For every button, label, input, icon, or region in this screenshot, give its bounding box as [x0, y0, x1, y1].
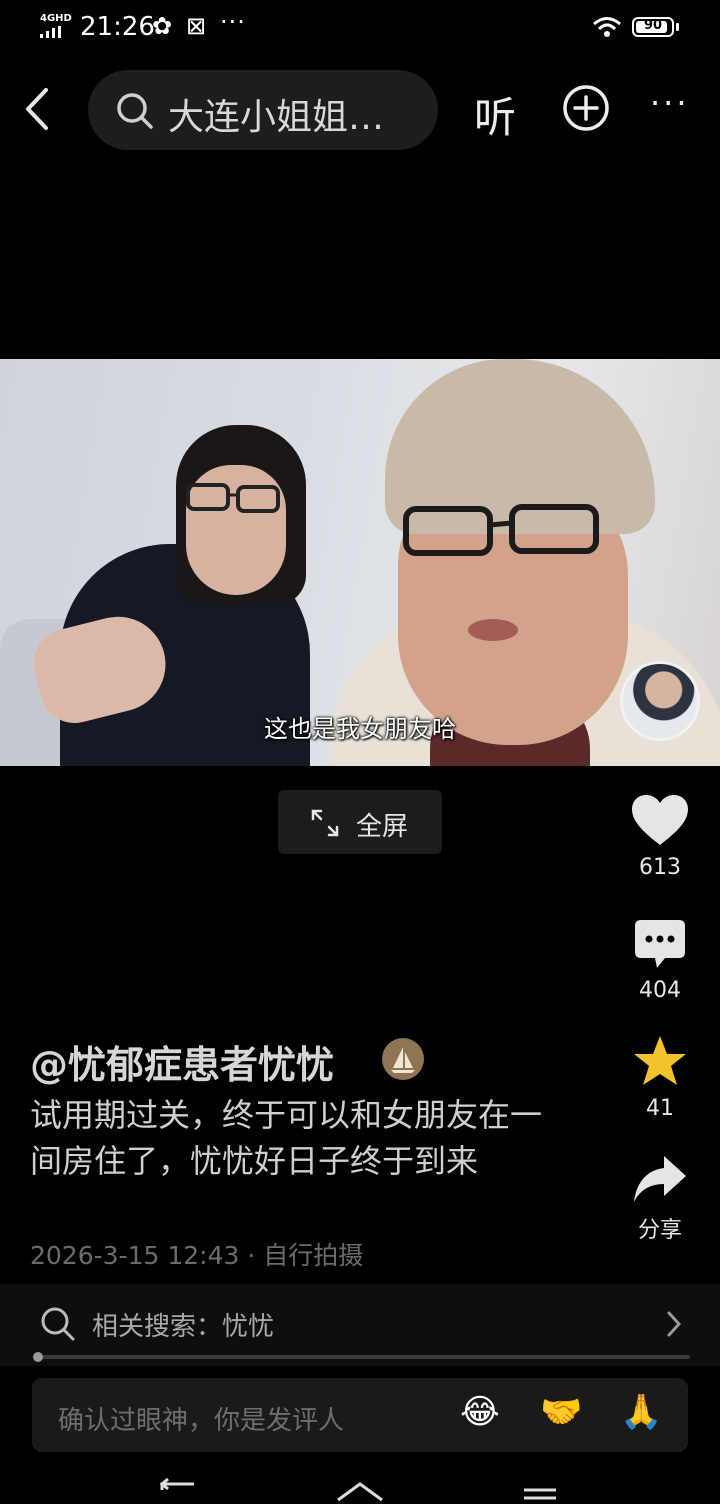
signal-icon — [40, 26, 61, 38]
comment-count: 404 — [639, 978, 681, 1003]
handshake-emoji-icon[interactable]: 🤝 — [540, 1392, 582, 1432]
favorite-count: 41 — [646, 1096, 674, 1121]
video-progress-bar[interactable] — [34, 1355, 690, 1359]
nav-home-icon[interactable] — [337, 1482, 383, 1502]
app-notification-icon: ✿ — [152, 12, 173, 40]
battery-tip — [676, 23, 679, 31]
meta-separator: · — [247, 1241, 256, 1270]
fullscreen-button[interactable]: 全屏 — [278, 790, 442, 854]
share-icon — [634, 1156, 686, 1202]
nav-back-icon[interactable] — [159, 1477, 194, 1491]
pray-emoji-icon[interactable]: 🙏 — [620, 1392, 662, 1432]
video-subtitle: 这也是我女朋友哈 — [264, 715, 456, 743]
favorite-button[interactable]: 41 — [620, 1034, 700, 1121]
author-badge-icon — [382, 1038, 424, 1080]
share-button[interactable]: 分享 — [620, 1154, 700, 1244]
share-label: 分享 — [637, 1218, 682, 1243]
add-icon[interactable] — [562, 84, 610, 132]
comment-placeholder: 确认过眼神，你是发评人 — [58, 1406, 345, 1436]
clock: 21:26 — [80, 12, 155, 42]
related-search-bar[interactable]: 相关搜索：忧忧 — [0, 1284, 720, 1366]
wifi-icon — [593, 17, 621, 37]
like-count: 613 — [639, 855, 681, 880]
more-notifications-icon: ··· — [220, 8, 246, 36]
fullscreen-label: 全屏 — [356, 812, 409, 842]
video-scene-glasses — [186, 483, 280, 513]
battery-level: 90 — [643, 18, 663, 33]
listen-button[interactable]: 听 — [474, 84, 516, 145]
star-icon — [634, 1036, 686, 1085]
status-bar: 4GHD 21:26 ✿ ⊠ ··· 90 — [0, 0, 720, 56]
video-scene-mouth — [468, 619, 518, 641]
author-avatar[interactable] — [620, 661, 700, 741]
app-notification-icon: ⊠ — [186, 12, 207, 40]
post-description: 试用期过关，终于可以和女朋友在一间房住了，忧忧好日子终于到来 — [30, 1096, 543, 1180]
expand-icon — [311, 809, 339, 837]
nav-menu-icon[interactable] — [524, 1488, 556, 1500]
network-type: 4GHD — [40, 13, 72, 24]
search-icon — [117, 93, 153, 129]
more-options-icon[interactable]: ··· — [650, 84, 690, 122]
laughing-emoji-icon[interactable]: 😂 — [460, 1392, 500, 1432]
author-name[interactable]: @忧郁症患者忧忧 — [30, 1034, 334, 1089]
back-icon[interactable] — [18, 84, 58, 134]
search-box[interactable]: 大连小姐姐… — [88, 70, 438, 150]
video-progress-handle[interactable] — [33, 1352, 43, 1362]
post-source: 自行拍摄 — [263, 1241, 364, 1270]
comment-button[interactable]: 404 — [620, 918, 700, 1003]
comment-input[interactable]: 确认过眼神，你是发评人 😂 🤝 🙏 — [32, 1378, 688, 1452]
comment-icon — [635, 920, 685, 968]
search-query: 大连小姐姐… — [168, 97, 385, 138]
heart-icon — [632, 795, 688, 845]
related-search-label: 相关搜索：忧忧 — [92, 1312, 275, 1342]
video-scene-glasses — [403, 504, 599, 556]
search-icon — [41, 1307, 75, 1341]
battery-icon: 90 — [632, 17, 674, 37]
system-navigation-bar — [159, 1477, 556, 1502]
post-timestamp: 2026-3-15 12:43 — [30, 1241, 240, 1270]
like-button[interactable]: 613 — [620, 795, 700, 880]
post-meta: 2026-3-15 12:43 · 自行拍摄 — [30, 1236, 363, 1272]
chevron-right-icon — [667, 1311, 682, 1337]
video-player[interactable]: 这也是我女朋友哈 — [0, 359, 720, 766]
